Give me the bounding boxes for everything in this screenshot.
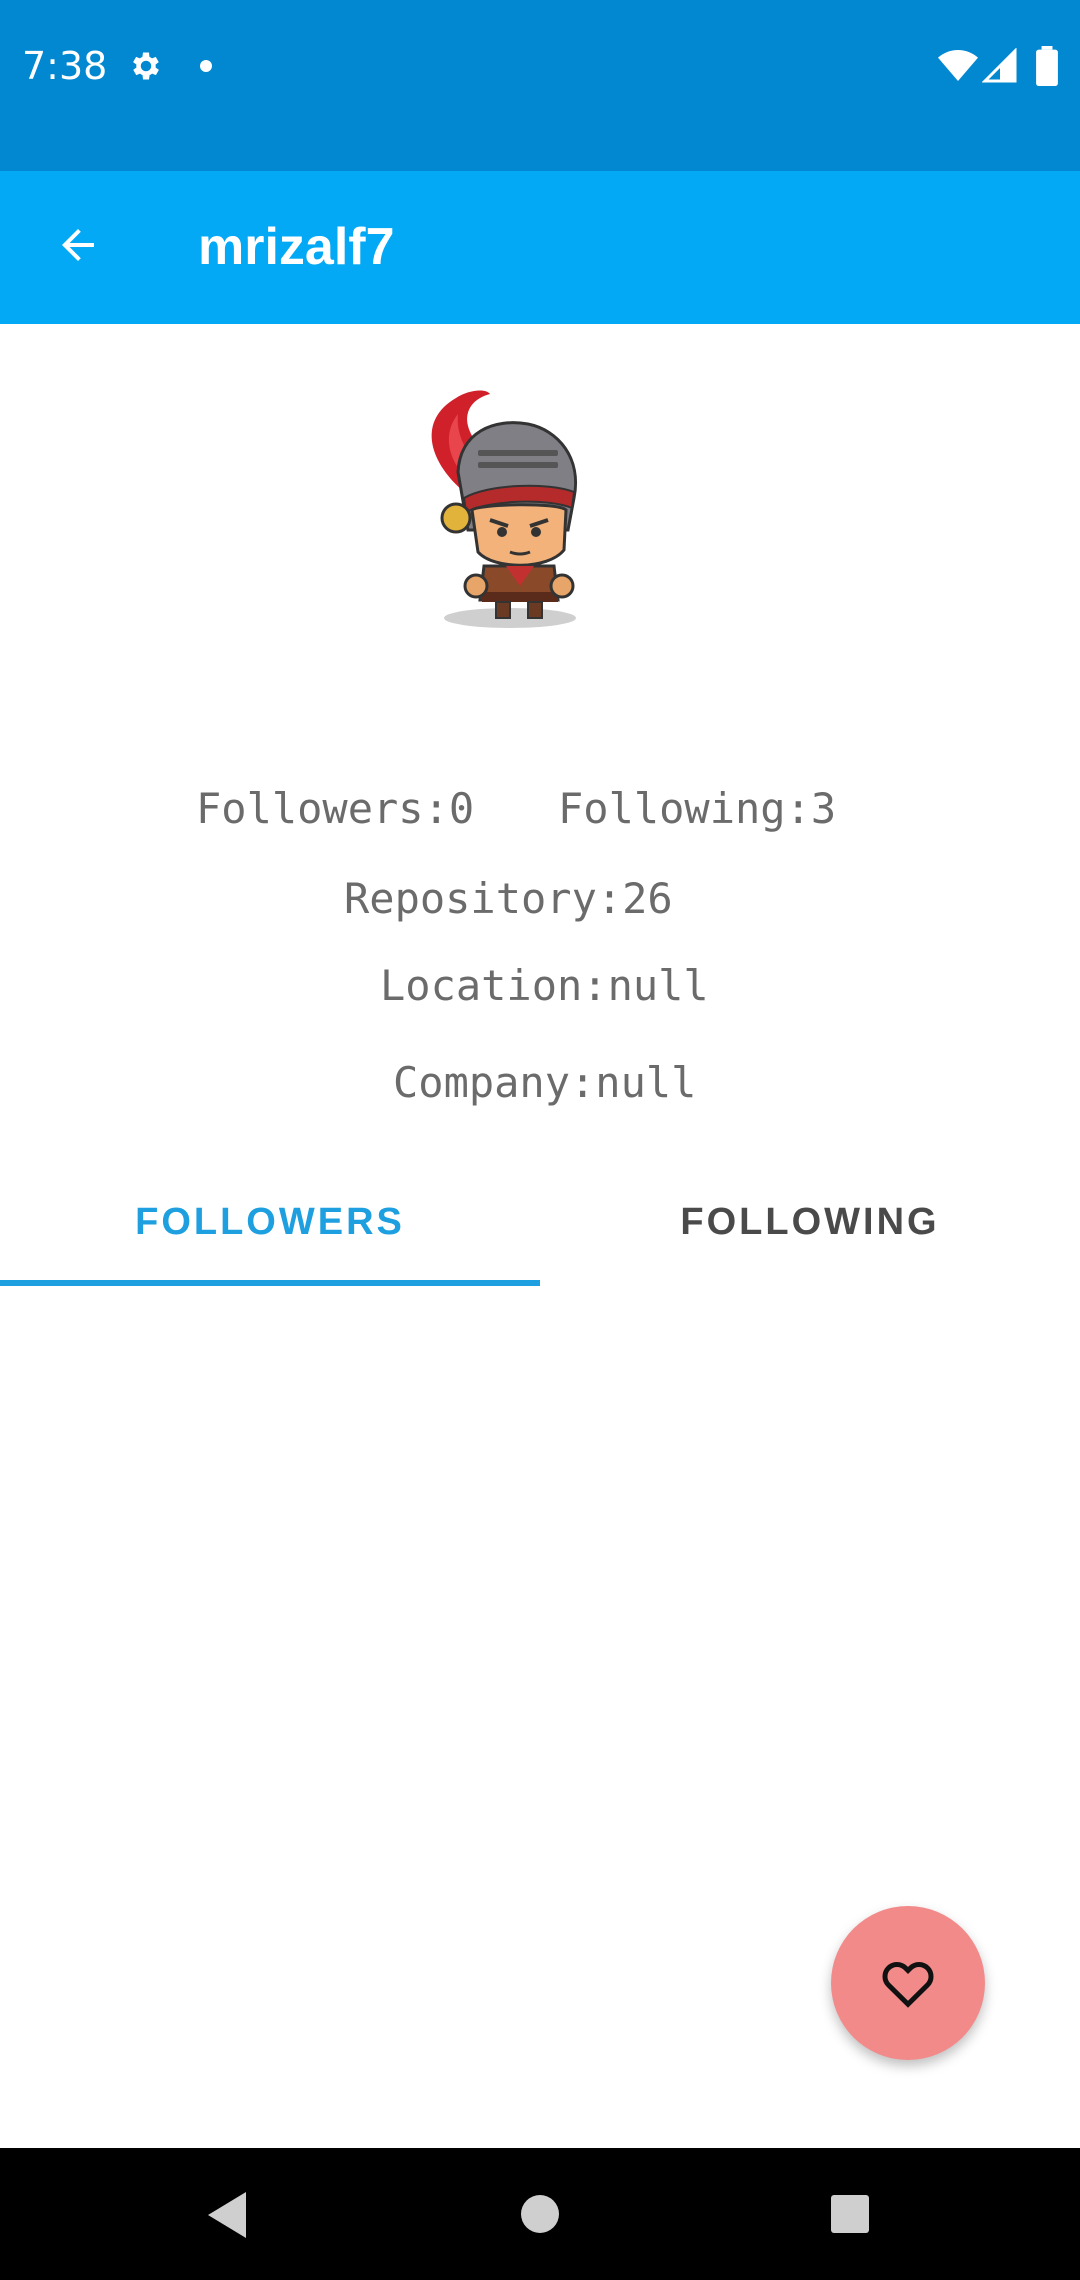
signal-icon bbox=[982, 48, 1017, 83]
tab-bar: FOLLOWERS FOLLOWING bbox=[0, 1162, 1080, 1288]
status-time: 7:38 bbox=[22, 44, 108, 88]
wifi-icon bbox=[938, 50, 978, 81]
tab-followers[interactable]: FOLLOWERS bbox=[0, 1162, 540, 1282]
favorite-button[interactable] bbox=[831, 1906, 985, 2060]
tab-indicator bbox=[0, 1280, 540, 1286]
gear-icon bbox=[133, 52, 159, 80]
repository-count: Repository:26 bbox=[344, 874, 673, 923]
nav-back-icon[interactable] bbox=[204, 2190, 248, 2240]
system-nav-bar bbox=[0, 2148, 1080, 2280]
page-title: mrizalf7 bbox=[198, 218, 395, 276]
company-text: Company:null bbox=[393, 1058, 697, 1107]
status-bar: 7:38 bbox=[0, 0, 1080, 171]
battery-icon bbox=[1036, 46, 1058, 86]
tab-following[interactable]: FOLLOWING bbox=[540, 1162, 1080, 1282]
heart-outline-icon bbox=[882, 1962, 934, 2008]
arrow-back-icon bbox=[62, 229, 94, 261]
knight-avatar-image bbox=[431, 390, 577, 628]
following-count: Following:3 bbox=[558, 784, 837, 833]
nav-home-icon[interactable] bbox=[520, 2194, 560, 2234]
nav-recents-icon[interactable] bbox=[830, 2194, 870, 2234]
app-bar: mrizalf7 bbox=[0, 171, 1080, 324]
followers-count: Followers:0 bbox=[196, 784, 475, 833]
notification-dot-icon bbox=[200, 60, 212, 72]
back-button[interactable] bbox=[48, 215, 108, 275]
location-text: Location:null bbox=[380, 961, 709, 1010]
